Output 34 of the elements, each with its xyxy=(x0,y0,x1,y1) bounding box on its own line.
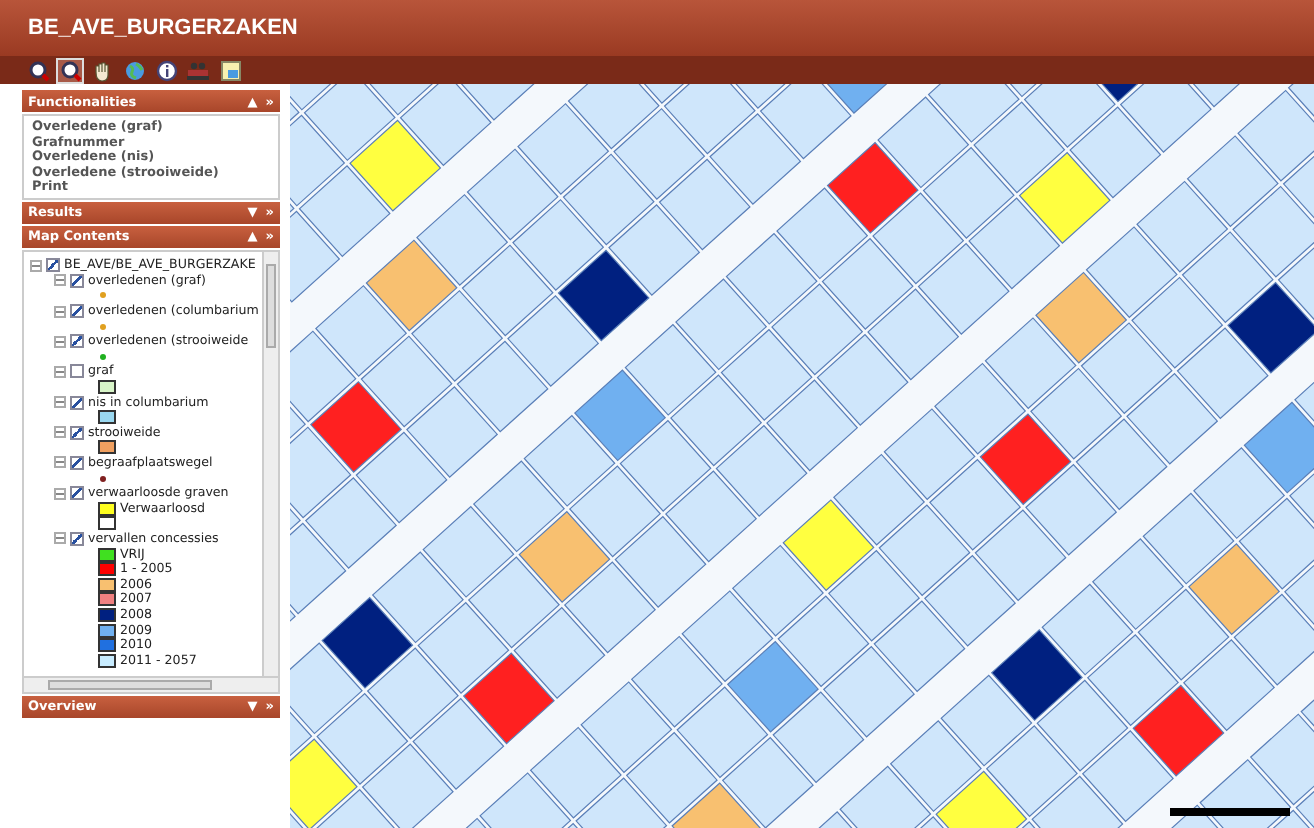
zoom-in-tool-button[interactable] xyxy=(24,57,52,83)
layer-checkbox[interactable] xyxy=(46,258,60,273)
people-icon xyxy=(186,59,210,81)
zoom-out-tool-button[interactable] xyxy=(56,57,84,83)
hand-icon xyxy=(91,59,113,81)
tree-toggle-icon[interactable] xyxy=(54,335,66,348)
layer-checkbox[interactable] xyxy=(70,531,84,546)
layers-tool-button[interactable] xyxy=(216,57,244,83)
horizontal-scrollbar[interactable] xyxy=(24,675,278,692)
globe-tool-button[interactable] xyxy=(120,57,148,83)
vertical-scrollbar[interactable] xyxy=(262,251,278,676)
tree-toggle-icon[interactable] xyxy=(54,532,66,545)
layer-checkbox[interactable] xyxy=(70,486,84,501)
layer-checkbox[interactable] xyxy=(70,425,84,440)
info-tool-button[interactable] xyxy=(152,57,180,83)
layer-checkbox[interactable] xyxy=(70,273,84,288)
magnifier-icon xyxy=(27,59,49,81)
tree-toggle-icon[interactable] xyxy=(54,396,66,409)
tree-toggle-icon[interactable] xyxy=(54,456,66,469)
tree-toggle-icon[interactable] xyxy=(54,426,66,439)
info-icon xyxy=(155,59,177,81)
globe-icon xyxy=(123,59,145,81)
magnifier-icon xyxy=(59,59,81,81)
layer-checkbox[interactable] xyxy=(70,364,84,379)
layers-icon xyxy=(219,59,241,81)
tree-toggle-icon[interactable] xyxy=(54,487,66,500)
layer-checkbox[interactable] xyxy=(70,334,84,349)
app-title: BE_AVE_BURGERZAKEN xyxy=(28,16,298,40)
layer-checkbox[interactable] xyxy=(70,395,84,410)
layer-checkbox[interactable] xyxy=(70,455,84,470)
cemetery-map-drawing[interactable] xyxy=(290,84,1314,828)
tree-toggle-icon[interactable] xyxy=(54,365,66,378)
layer-checkbox[interactable] xyxy=(70,304,84,319)
tree-toggle-icon[interactable] xyxy=(54,305,66,318)
